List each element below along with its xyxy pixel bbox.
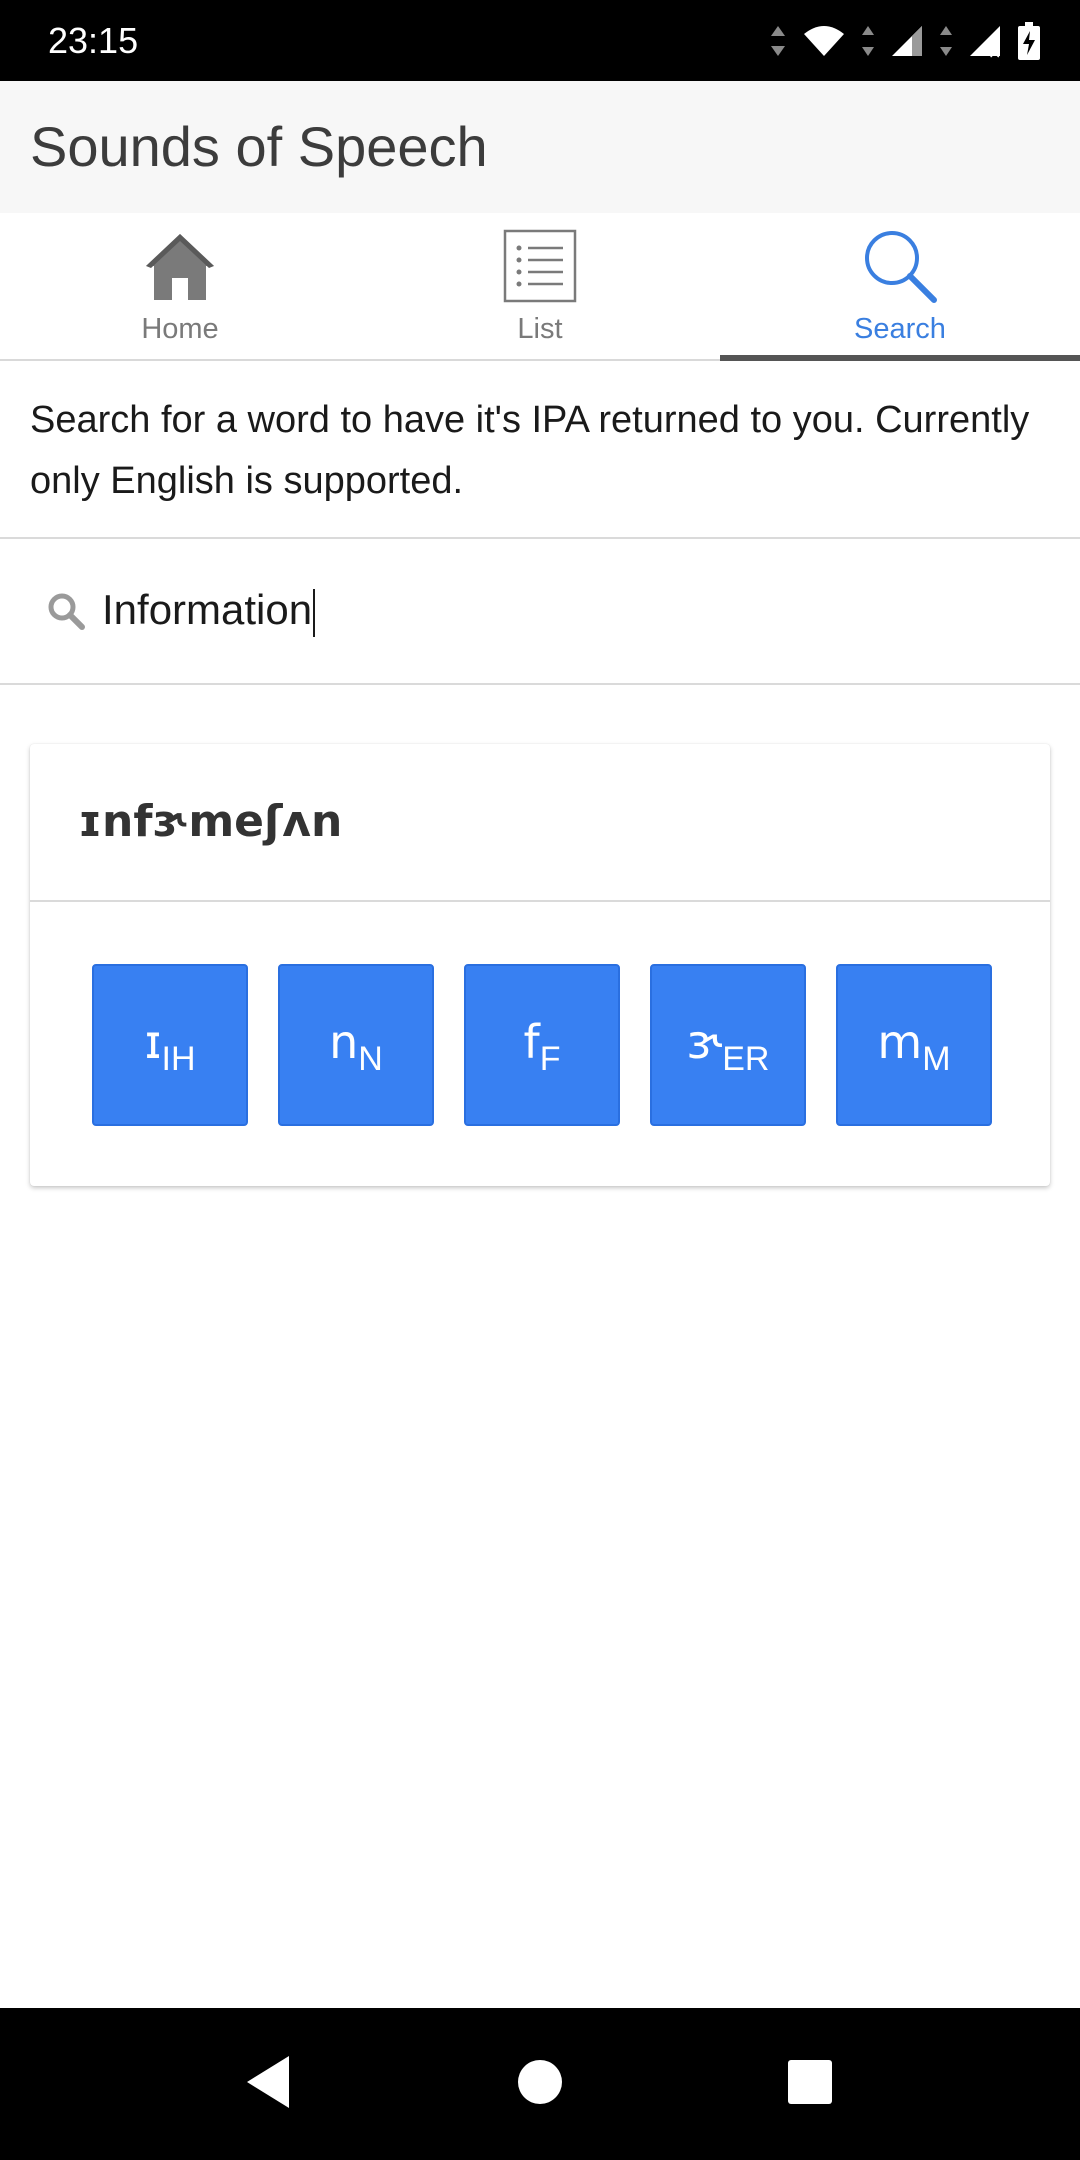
tab-search-label: Search xyxy=(854,313,946,345)
navigation-bar xyxy=(0,2008,1080,2160)
text-cursor xyxy=(313,588,316,637)
phoneme-button[interactable]: mM xyxy=(836,964,992,1126)
list-icon xyxy=(360,225,720,307)
svg-text:×: × xyxy=(988,43,1001,58)
search-bar[interactable]: Information xyxy=(0,539,1080,683)
result-card: ɪnfɝmeʃʌn ɪIH nN fF ɝER mM xyxy=(30,744,1050,1186)
search-description: Search for a word to have it's IPA retur… xyxy=(30,399,1030,502)
phoneme-button[interactable]: ɝER xyxy=(650,964,806,1126)
phoneme-code: M xyxy=(922,1040,951,1078)
phoneme-code: ER xyxy=(722,1040,770,1078)
status-time: 23:15 xyxy=(48,20,139,61)
tab-list-label: List xyxy=(517,313,563,345)
battery-charging-icon xyxy=(1018,22,1040,60)
tab-bar: Home List Search xyxy=(0,213,1080,361)
wifi-icon xyxy=(802,24,846,58)
tab-list[interactable]: List xyxy=(360,213,720,359)
phoneme-symbol: m xyxy=(877,1015,923,1069)
phoneme-button[interactable]: nN xyxy=(278,964,434,1126)
recents-button[interactable] xyxy=(740,2008,880,2160)
phoneme-button[interactable]: ɪIH xyxy=(92,964,248,1126)
tab-home-label: Home xyxy=(141,313,219,345)
search-field-icon xyxy=(46,591,86,631)
search-input-value: Information xyxy=(102,586,313,633)
wifi-arrows-icon xyxy=(860,24,876,58)
ipa-transcription: ɪnfɝmeʃʌn xyxy=(78,796,343,847)
recents-icon xyxy=(787,2059,833,2110)
tab-home[interactable]: Home xyxy=(0,213,360,359)
home-button[interactable] xyxy=(470,2008,610,2160)
result-card-header: ɪnfɝmeʃʌn xyxy=(30,744,1050,902)
tab-search[interactable]: Search xyxy=(720,213,1080,361)
status-bar: 23:15 × xyxy=(0,0,1080,81)
phoneme-symbol: f xyxy=(523,1015,540,1069)
phoneme-code: F xyxy=(539,1040,561,1078)
phoneme-code: IH xyxy=(161,1040,196,1078)
phoneme-symbol: ɝ xyxy=(686,1015,723,1069)
screen: 23:15 × Sounds of Speech Home List Searc… xyxy=(0,0,1080,2160)
status-icons: × xyxy=(768,18,1040,64)
signal-no-data-icon: × xyxy=(968,24,1004,58)
phoneme-symbol: n xyxy=(329,1015,359,1069)
tab-active-indicator xyxy=(720,355,1080,361)
home-icon xyxy=(0,225,360,307)
search-icon xyxy=(720,225,1080,307)
phoneme-list: ɪIH nN fF ɝER mM xyxy=(92,964,992,1126)
back-button[interactable] xyxy=(198,2008,338,2160)
signal-icon xyxy=(890,24,924,58)
search-input[interactable]: Information xyxy=(102,577,1002,643)
back-icon xyxy=(243,2054,293,2115)
home-circle-icon xyxy=(517,2059,563,2110)
phoneme-button[interactable]: fF xyxy=(464,964,620,1126)
phoneme-symbol: ɪ xyxy=(144,1015,162,1069)
app-title: Sounds of Speech xyxy=(30,115,488,178)
divider xyxy=(0,683,1080,685)
app-bar: Sounds of Speech xyxy=(0,81,1080,213)
signal-arrows-icon xyxy=(938,24,954,58)
data-arrows-icon xyxy=(768,24,788,58)
phoneme-code: N xyxy=(358,1040,383,1078)
